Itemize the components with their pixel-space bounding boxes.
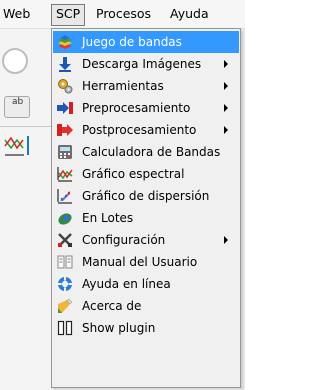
tools-icon bbox=[58, 79, 73, 94]
menu-item-label: Ayuda en línea bbox=[82, 277, 171, 291]
menu-item-label: Juego de bandas bbox=[82, 35, 182, 49]
band-set-icon bbox=[58, 35, 72, 49]
toolbar-divider bbox=[0, 126, 56, 127]
about-icon bbox=[58, 298, 73, 313]
show-plugin-icon bbox=[57, 320, 73, 336]
menu-item-show-plugin[interactable]: Show plugin bbox=[53, 317, 239, 339]
menu-web[interactable]: Web bbox=[3, 0, 30, 28]
settings-icon bbox=[58, 233, 72, 247]
menu-item-descarga-imagenes[interactable]: Descarga Imágenes bbox=[53, 53, 239, 75]
menu-item-label: Postprocesamiento bbox=[82, 123, 197, 137]
submenu-arrow-icon bbox=[224, 82, 228, 90]
menu-item-herramientas[interactable]: Herramientas bbox=[53, 75, 239, 97]
band-calculator-icon bbox=[58, 145, 72, 159]
menu-item-label: Acerca de bbox=[82, 299, 142, 313]
preprocessing-icon bbox=[57, 102, 73, 114]
menu-item-postprocesamiento[interactable]: Postprocesamiento bbox=[53, 119, 239, 141]
menu-item-manual-del-usuario[interactable]: Manual del Usuario bbox=[53, 251, 239, 273]
menu-item-preprocesamiento[interactable]: Preprocesamiento bbox=[53, 97, 239, 119]
menu-item-calculadora-de-bandas[interactable]: Calculadora de Bandas bbox=[53, 141, 239, 163]
submenu-arrow-icon bbox=[224, 104, 228, 112]
menu-item-acerca-de[interactable]: Acerca de bbox=[53, 295, 239, 317]
spectral-plot-icon bbox=[57, 167, 73, 182]
search-icon[interactable] bbox=[2, 48, 28, 74]
menu-item-ayuda-en-linea[interactable]: Ayuda en línea bbox=[53, 273, 239, 295]
menu-item-label: Herramientas bbox=[82, 79, 164, 93]
menu-bar: Web SCP Procesos Ayuda bbox=[0, 0, 245, 29]
submenu-arrow-icon bbox=[224, 236, 228, 244]
menu-item-label: Show plugin bbox=[82, 321, 156, 335]
postprocessing-icon bbox=[57, 124, 73, 136]
submenu-arrow-icon bbox=[224, 60, 228, 68]
menu-item-label: Gráfico espectral bbox=[82, 167, 185, 181]
menu-ayuda[interactable]: Ayuda bbox=[170, 0, 209, 28]
menu-item-label: Gráfico de dispersión bbox=[82, 189, 210, 203]
background-panel-edge bbox=[241, 29, 245, 390]
menu-item-configuracion[interactable]: Configuración bbox=[53, 229, 239, 251]
scp-dropdown-menu: Juego de bandas Descarga Imágenes Herram… bbox=[51, 28, 241, 388]
toolbar-button-label: ab bbox=[12, 97, 24, 107]
menu-item-label: Preprocesamiento bbox=[82, 101, 191, 115]
menu-item-grafico-espectral[interactable]: Gráfico espectral bbox=[53, 163, 239, 185]
menu-item-label: En Lotes bbox=[82, 211, 134, 225]
menu-item-juego-de-bandas[interactable]: Juego de bandas bbox=[53, 31, 239, 53]
menu-item-grafico-de-dispersion[interactable]: Gráfico de dispersión bbox=[53, 185, 239, 207]
menu-item-en-lotes[interactable]: En Lotes bbox=[53, 207, 239, 229]
online-help-icon bbox=[58, 277, 72, 291]
background-toolbar bbox=[0, 29, 56, 390]
menu-item-label: Configuración bbox=[82, 233, 166, 247]
menu-item-label: Calculadora de Bandas bbox=[82, 145, 221, 159]
user-manual-icon bbox=[57, 255, 73, 269]
menu-scp[interactable]: SCP bbox=[51, 4, 86, 26]
plot-tool-icon[interactable] bbox=[4, 134, 32, 156]
menu-item-label: Manual del Usuario bbox=[82, 255, 198, 269]
download-images-icon bbox=[59, 57, 71, 72]
scatter-plot-icon bbox=[57, 189, 72, 204]
batch-icon bbox=[58, 213, 72, 225]
submenu-arrow-icon bbox=[224, 126, 228, 134]
menu-item-label: Descarga Imágenes bbox=[82, 57, 202, 71]
menu-procesos[interactable]: Procesos bbox=[96, 0, 151, 28]
